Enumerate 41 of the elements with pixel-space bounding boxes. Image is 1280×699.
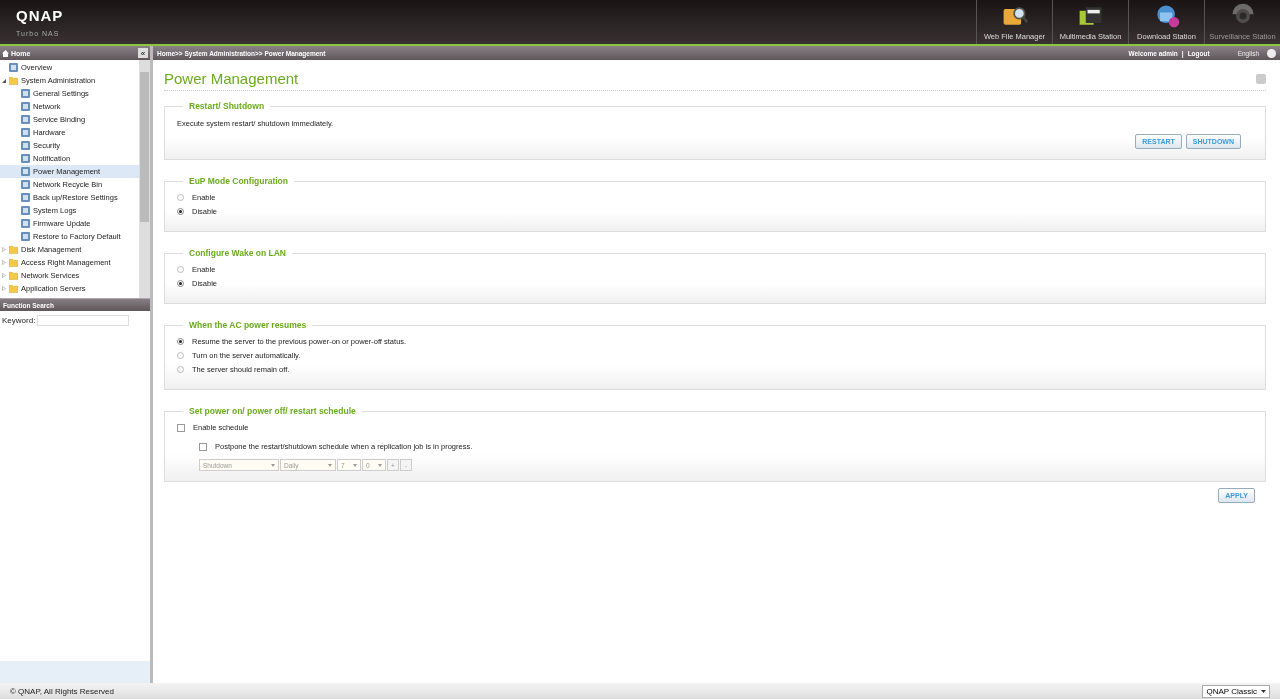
expander-arrow-icon[interactable]: [2, 78, 6, 83]
page-icon: [21, 180, 30, 189]
radio-button[interactable]: [177, 338, 184, 345]
radio-button[interactable]: [177, 366, 184, 373]
page-icon: [21, 128, 30, 137]
page-icon: [21, 102, 30, 111]
page-icon: [9, 63, 18, 72]
page-icon: [21, 232, 30, 241]
radio-button[interactable]: [177, 352, 184, 359]
page-icon: [21, 206, 30, 215]
radio-button[interactable]: [177, 208, 184, 215]
copyright-text: © QNAP, All Rights Reserved: [10, 686, 114, 696]
radio-button[interactable]: [177, 280, 184, 287]
caret-icon: [378, 463, 382, 467]
caret-icon: [328, 463, 332, 467]
keyword-label: Keyword:: [2, 316, 36, 325]
page-title: Power Management: [164, 70, 299, 87]
caret-icon: [271, 463, 275, 467]
page-icon: [21, 167, 30, 176]
folder-icon: [9, 76, 18, 85]
caret-icon: [1261, 689, 1266, 693]
page-icon: [21, 193, 30, 202]
collapse-button[interactable]: «: [138, 48, 148, 58]
page-icon: [21, 154, 30, 163]
page-icon: [21, 89, 30, 98]
theme-dropdown[interactable]: QNAP Classic: [1202, 684, 1270, 698]
section-title: Configure Wake on LAN: [188, 248, 287, 258]
home-icon: [2, 49, 9, 57]
page-icon: [21, 115, 30, 124]
section-title: EuP Mode Configuration: [188, 176, 289, 186]
page-icon: [21, 219, 30, 228]
section-title: Set power on/ power off/ restart schedule: [188, 406, 357, 416]
logo: QNAP: [16, 7, 64, 24]
section-title: Restart/ Shutdown: [188, 101, 266, 111]
keyword-field[interactable]: [37, 315, 130, 326]
caret-icon: [353, 463, 357, 467]
page-icon: [21, 141, 30, 150]
radio-button[interactable]: [177, 266, 184, 273]
section-title: When the AC power resumes: [188, 320, 308, 330]
scrollbar[interactable]: [139, 60, 150, 298]
radio-button[interactable]: [177, 194, 184, 201]
